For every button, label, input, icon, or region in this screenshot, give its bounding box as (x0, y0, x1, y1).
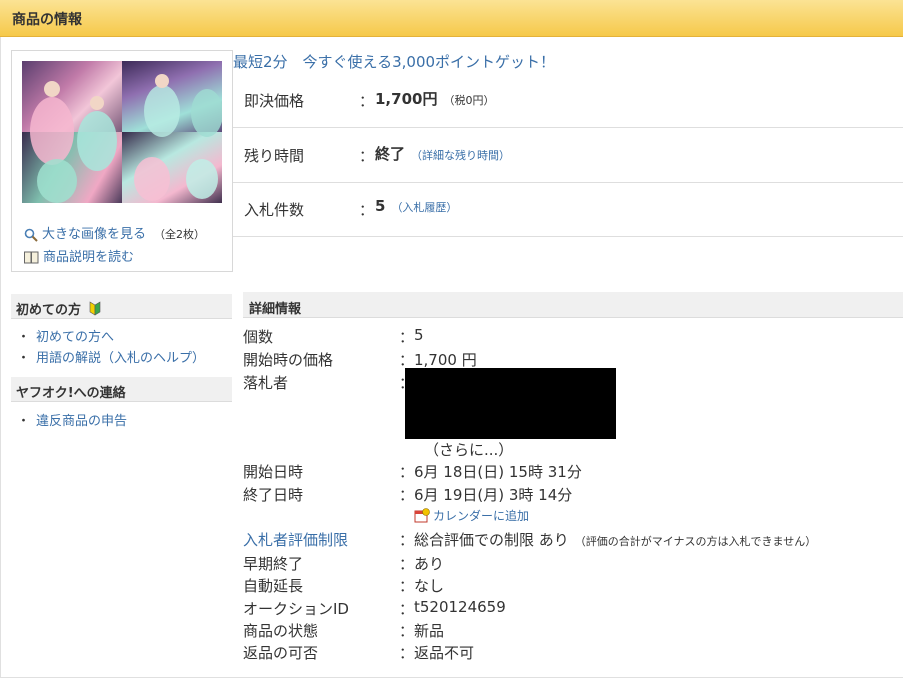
redacted-winner (405, 368, 616, 439)
detail-start-date: 開始日時： 6月 18日(日) 15時 31分 (243, 463, 582, 481)
calendar-icon (414, 508, 430, 523)
product-thumbnail[interactable] (22, 61, 222, 203)
buyout-price: 1,700円 (375, 90, 438, 108)
summary-row-price: 即決価格 ： 1,700円 （税0円） (233, 73, 903, 128)
bid-count: 5 (375, 197, 386, 215)
detail-returns: 返品の可否：返品不可 (243, 644, 475, 662)
sidebar-item-glossary[interactable]: ・用語の解説（入札のヘルプ） (17, 347, 205, 366)
beginner-mark-icon (89, 301, 100, 316)
summary-row-bids: 入札件数 ： 5 （入札履歴） (233, 182, 903, 237)
winner-more-link[interactable]: （さらに...） (424, 439, 513, 460)
sidebar-beginners-header: 初めての方 (11, 294, 232, 319)
time-left: 終了 (375, 145, 406, 163)
magnifier-icon (24, 228, 38, 242)
promo-link[interactable]: 最短2分 今すぐ使える3,000ポイントゲット！ (233, 51, 555, 72)
sidebar-item-report-violation[interactable]: ・違反商品の申告 (17, 410, 127, 429)
summary-row-time-left: 残り時間 ： 終了 （詳細な残り時間） (233, 128, 903, 183)
bid-history-link[interactable]: （入札履歴） (391, 201, 457, 214)
detail-winner-more: （さらに...） (243, 439, 903, 461)
add-to-calendar-link[interactable]: カレンダーに追加 (243, 506, 903, 528)
sidebar-contact-header: ヤフオク!への連絡 (11, 377, 232, 402)
image-panel: 大きな画像を見る （全2枚） 商品説明を読む (11, 50, 233, 272)
section-title: 商品の情報 (12, 12, 82, 28)
photo-figures (30, 74, 222, 203)
tax-note: （税0円） (443, 94, 495, 107)
details-header: 詳細情報 (243, 292, 903, 318)
image-count: （全2枚） (154, 228, 206, 241)
detail-auto-extend: 自動延長：なし (243, 577, 445, 595)
sidebar-item-beginners-guide[interactable]: ・初めての方へ (17, 326, 114, 345)
detail-condition: 商品の状態：新品 (243, 622, 445, 640)
detailed-time-link[interactable]: （詳細な残り時間） (411, 149, 510, 162)
section-header: 商品の情報 (0, 0, 903, 37)
detail-early-end: 早期終了：あり (243, 555, 445, 573)
view-large-image-link[interactable]: 大きな画像を見る （全2枚） (24, 223, 205, 242)
book-icon (24, 251, 39, 264)
detail-bidder-limit: 入札者評価制限：総合評価での制限 あり （評価の合計がマイナスの方は入札できません… (243, 529, 817, 550)
bidder-limit-link[interactable]: 入札者評価制限 (243, 529, 348, 550)
detail-end-date: 終了日時： 6月 19日(月) 3時 14分 (243, 486, 573, 504)
detail-auction-id: オークションID： t520124659 (243, 598, 506, 618)
detail-quantity: 個数： 5 (243, 326, 424, 346)
read-description-link[interactable]: 商品説明を読む (24, 246, 134, 265)
